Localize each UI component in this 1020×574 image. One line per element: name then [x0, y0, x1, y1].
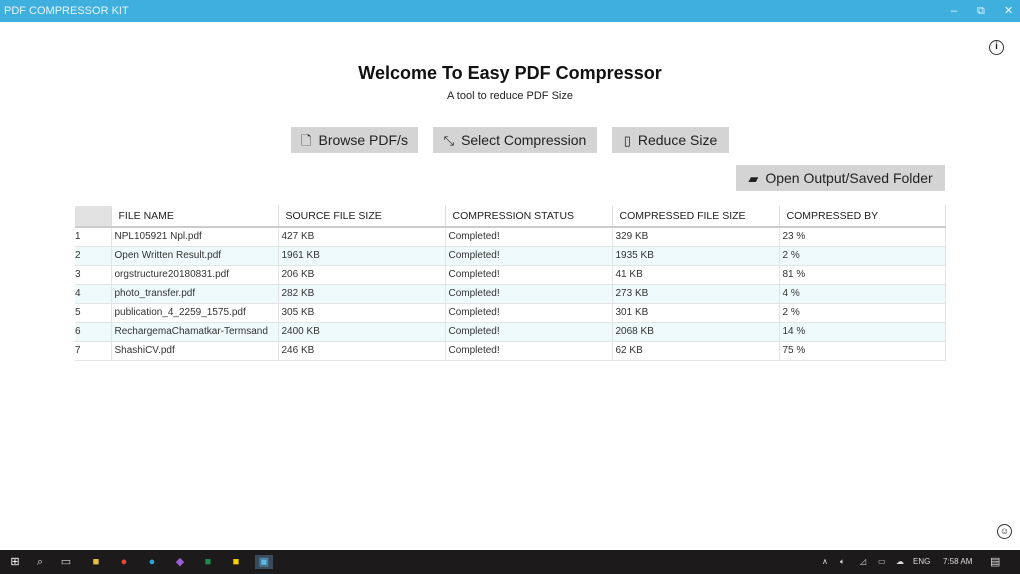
open-folder-button[interactable]: ▰ Open Output/Saved Folder [736, 165, 945, 191]
compress-icon: ⤡ [443, 133, 455, 148]
table-row[interactable]: 6 RechargemaChamatkar-Termsand 2400 KB Comp… [75, 322, 946, 342]
sticky-notes-icon[interactable]: ■ [229, 555, 243, 569]
excel-icon[interactable]: ■ [201, 555, 215, 569]
select-all-corner[interactable] [75, 206, 112, 228]
taskbar: ⊞ ⌕ ▭ ■ ● ● ◆ ■ ■ ▣ ∧ 🔈︎ ◿ ▭ ☁ ENG 7:58 … [0, 550, 1020, 574]
page-title: Welcome To Easy PDF Compressor [358, 63, 662, 83]
language-indicator[interactable]: ENG [913, 550, 930, 574]
row-number[interactable]: 7 [75, 341, 112, 361]
file-name-cell[interactable]: orgstructure20180831.pdf [111, 265, 279, 285]
column-header[interactable]: FILE NAME [111, 206, 279, 228]
file-name-cell[interactable]: ShashiCV.pdf [111, 341, 279, 361]
table-row[interactable]: 5 publication_4_2259_1575.pdf 305 KB Comple… [75, 303, 946, 323]
select-compression-button[interactable]: ⤡ Select Compression [433, 127, 597, 153]
source-size-cell[interactable]: 206 KB [278, 265, 446, 285]
row-number[interactable]: 5 [75, 303, 112, 323]
status-cell[interactable]: Completed! [445, 227, 613, 247]
status-cell[interactable]: Completed! [445, 246, 613, 266]
source-size-cell[interactable]: 282 KB [278, 284, 446, 304]
column-header[interactable]: COMPRESSION STATUS [445, 206, 613, 228]
table-row[interactable]: 2 Open Written Result.pdf 1961 KB Completed… [75, 246, 946, 266]
compressed-by-cell[interactable]: 2 % [779, 303, 946, 323]
table-row[interactable]: 3 orgstructure20180831.pdf 206 KB Completed… [75, 265, 946, 285]
column-header[interactable]: SOURCE FILE SIZE [278, 206, 446, 228]
chrome-icon[interactable]: ● [117, 555, 131, 569]
page-subtitle: A tool to reduce PDF Size [447, 90, 573, 102]
title-bar: PDF COMPRESSOR KIT [0, 0, 1020, 22]
column-header[interactable]: COMPRESSED FILE SIZE [612, 206, 780, 228]
compressed-size-cell[interactable]: 273 KB [612, 284, 780, 304]
compressed-size-cell[interactable]: 329 KB [612, 227, 780, 247]
windows-start-icon[interactable]: ⊞ [8, 555, 22, 569]
info-icon[interactable]: i [989, 40, 1004, 55]
window-title: PDF COMPRESSOR KIT [4, 5, 129, 17]
source-size-cell[interactable]: 1961 KB [278, 246, 446, 266]
clock[interactable]: 7:58 AM [943, 550, 972, 574]
network-icon[interactable]: ◿ [860, 550, 866, 574]
tray-chevron-icon[interactable]: ∧ [822, 550, 828, 574]
compressed-by-cell[interactable]: 23 % [779, 227, 946, 247]
file-name-cell[interactable]: NPL105921 Npl.pdf [111, 227, 279, 247]
browse-pdfs-button[interactable]: 🗋 Browse PDF/s [291, 127, 418, 153]
row-number[interactable]: 3 [75, 265, 112, 285]
open-folder-label: Open Output/Saved Folder [765, 170, 933, 186]
compressed-by-cell[interactable]: 4 % [779, 284, 946, 304]
folder-icon: ▰ [748, 171, 759, 186]
reduce-label: Reduce Size [637, 132, 718, 148]
pdf-compressor-app-icon[interactable]: ▣ [255, 555, 273, 569]
compressed-by-cell[interactable]: 14 % [779, 322, 946, 342]
volume-icon[interactable]: 🔈︎ [840, 550, 845, 574]
row-number[interactable]: 4 [75, 284, 112, 304]
compressed-by-cell[interactable]: 2 % [779, 246, 946, 266]
restore-button[interactable]: ⧉ [977, 0, 985, 22]
column-header[interactable]: COMPRESSED BY [779, 206, 946, 228]
compressed-size-cell[interactable]: 62 KB [612, 341, 780, 361]
file-name-cell[interactable]: publication_4_2259_1575.pdf [111, 303, 279, 323]
feedback-icon[interactable]: ☺ [997, 524, 1012, 539]
status-cell[interactable]: Completed! [445, 284, 613, 304]
table-header: FILE NAME SOURCE FILE SIZE COMPRESSION S… [75, 206, 946, 228]
table-row[interactable]: 4 photo_transfer.pdf 282 KB Completed! 273 K… [75, 284, 946, 304]
status-cell[interactable]: Completed! [445, 322, 613, 342]
visual-studio-icon[interactable]: ◆ [173, 555, 187, 569]
file-name-cell[interactable]: photo_transfer.pdf [111, 284, 279, 304]
reduce-size-button[interactable]: ▯ Reduce Size [612, 127, 729, 153]
compressed-size-cell[interactable]: 2068 KB [612, 322, 780, 342]
file-name-cell[interactable]: RechargemaChamatkar-Termsand [111, 322, 279, 342]
source-size-cell[interactable]: 427 KB [278, 227, 446, 247]
browse-label: Browse PDF/s [318, 132, 408, 148]
source-size-cell[interactable]: 246 KB [278, 341, 446, 361]
source-size-cell[interactable]: 305 KB [278, 303, 446, 323]
compressed-size-cell[interactable]: 301 KB [612, 303, 780, 323]
compressed-size-cell[interactable]: 41 KB [612, 265, 780, 285]
row-number[interactable]: 6 [75, 322, 112, 342]
file-name-cell[interactable]: Open Written Result.pdf [111, 246, 279, 266]
notifications-icon[interactable]: ▤ [990, 550, 1000, 574]
status-cell[interactable]: Completed! [445, 341, 613, 361]
document-icon: 🗋 [301, 133, 312, 148]
task-view-icon[interactable]: ▭ [59, 555, 73, 569]
status-cell[interactable]: Completed! [445, 265, 613, 285]
files-table: FILE NAME SOURCE FILE SIZE COMPRESSION S… [75, 206, 946, 361]
status-cell[interactable]: Completed! [445, 303, 613, 323]
row-number[interactable]: 2 [75, 246, 112, 266]
table-row[interactable]: 7 ShashiCV.pdf 246 KB Completed! 62 KB 75 % [75, 341, 946, 361]
table-row[interactable]: 1 NPL105921 Npl.pdf 427 KB Completed! 329 KB… [75, 227, 946, 247]
compressed-size-cell[interactable]: 1935 KB [612, 246, 780, 266]
file-explorer-icon[interactable]: ■ [89, 555, 103, 569]
compressed-by-cell[interactable]: 81 % [779, 265, 946, 285]
row-number[interactable]: 1 [75, 227, 112, 247]
compressed-by-cell[interactable]: 75 % [779, 341, 946, 361]
onedrive-icon[interactable]: ☁ [896, 550, 904, 574]
battery-icon[interactable]: ▭ [878, 550, 886, 574]
select-label: Select Compression [461, 132, 587, 148]
minimize-button[interactable]: – [951, 0, 957, 22]
close-button[interactable]: ✕ [1004, 0, 1013, 22]
edge-icon[interactable]: ● [145, 555, 159, 569]
file-down-icon: ▯ [623, 133, 631, 148]
source-size-cell[interactable]: 2400 KB [278, 322, 446, 342]
search-icon[interactable]: ⌕ [33, 555, 47, 569]
